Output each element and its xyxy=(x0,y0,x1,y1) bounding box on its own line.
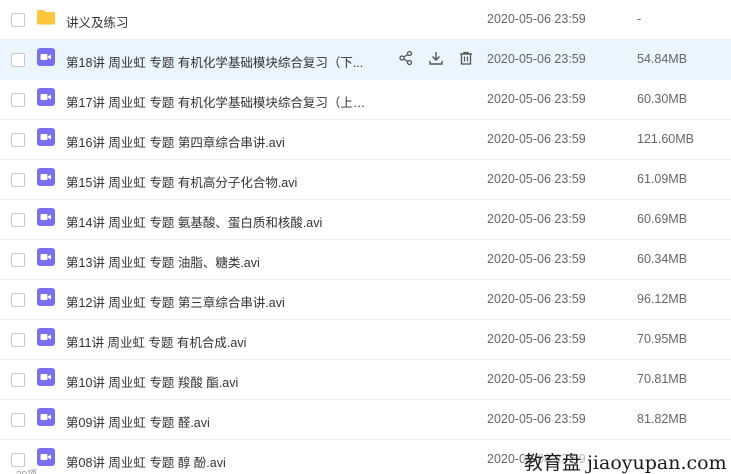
file-name[interactable]: 讲义及练习 xyxy=(66,12,366,31)
row-actions xyxy=(398,50,474,66)
file-row[interactable]: 第10讲 周业虹 专题 羧酸 酯.avi 2020-05-06 23:59 70.8… xyxy=(0,360,731,400)
file-name[interactable]: 第11讲 周业虹 专题 有机合成.avi xyxy=(66,332,366,351)
video-file-icon xyxy=(36,327,56,347)
file-size: 121.60MB xyxy=(637,132,694,146)
row-checkbox[interactable] xyxy=(11,133,25,147)
video-file-icon xyxy=(36,167,56,187)
row-checkbox[interactable] xyxy=(11,373,25,387)
file-name[interactable]: 第18讲 周业虹 专题 有机化学基础模块综合复习（下... xyxy=(66,52,366,71)
file-row[interactable]: 第12讲 周业虹 专题 第三章综合串讲.avi 2020-05-06 23:59 9… xyxy=(0,280,731,320)
file-size: 54.84MB xyxy=(637,52,688,66)
video-file-icon xyxy=(36,407,56,427)
video-file-icon xyxy=(36,287,56,307)
row-checkbox[interactable] xyxy=(11,253,25,267)
file-row[interactable]: 第18讲 周业虹 专题 有机化学基础模块综合复习（下... 2020-05-06 … xyxy=(0,40,731,80)
file-date: 2020-05-06 23:59 xyxy=(487,172,586,186)
file-date: 2020-05-06 23:59 xyxy=(487,252,586,266)
file-size: 96.12MB xyxy=(637,292,688,306)
row-checkbox[interactable] xyxy=(11,413,25,427)
file-date: 2020-05-06 23:59 xyxy=(487,132,586,146)
row-checkbox[interactable] xyxy=(11,13,25,27)
row-checkbox[interactable] xyxy=(11,93,25,107)
file-name[interactable]: 第15讲 周业虹 专题 有机高分子化合物.avi xyxy=(66,172,366,191)
share-icon[interactable] xyxy=(398,50,414,66)
file-name[interactable]: 第14讲 周业虹 专题 氨基酸、蛋白质和核酸.avi xyxy=(66,212,366,231)
row-checkbox[interactable] xyxy=(11,173,25,187)
file-name[interactable]: 第10讲 周业虹 专题 羧酸 酯.avi xyxy=(66,372,366,391)
file-date: 2020-05-06 23:59 xyxy=(487,372,586,386)
download-icon[interactable] xyxy=(428,50,444,66)
watermark: 教育盘 jiaoyupan.com xyxy=(524,448,727,474)
video-file-icon xyxy=(36,87,56,107)
file-name[interactable]: 第17讲 周业虹 专题 有机化学基础模块综合复习（上）.avi xyxy=(66,92,366,111)
delete-icon[interactable] xyxy=(458,50,474,66)
row-checkbox[interactable] xyxy=(11,453,25,467)
file-date: 2020-05-06 23:59 xyxy=(487,92,586,106)
video-file-icon xyxy=(36,247,56,267)
video-file-icon xyxy=(36,447,56,467)
file-date: 2020-05-06 23:59 xyxy=(487,412,586,426)
item-count: 20项 xyxy=(16,466,37,474)
file-name[interactable]: 第13讲 周业虹 专题 油脂、糖类.avi xyxy=(66,252,366,271)
file-name[interactable]: 第09讲 周业虹 专题 醛.avi xyxy=(66,412,366,431)
file-row[interactable]: 第14讲 周业虹 专题 氨基酸、蛋白质和核酸.avi 2020-05-06 23:… xyxy=(0,200,731,240)
file-size: 81.82MB xyxy=(637,412,688,426)
file-date: 2020-05-06 23:59 xyxy=(487,212,586,226)
video-file-icon xyxy=(36,207,56,227)
row-checkbox[interactable] xyxy=(11,53,25,67)
file-date: 2020-05-06 23:59 xyxy=(487,292,586,306)
file-row[interactable]: 第13讲 周业虹 专题 油脂、糖类.avi 2020-05-06 23:59 60.… xyxy=(0,240,731,280)
file-size: 70.95MB xyxy=(637,332,688,346)
file-list: 讲义及练习 2020-05-06 23:59 - 第18讲 周业虹 专题 有机化学基础… xyxy=(0,0,731,474)
file-row[interactable]: 第17讲 周业虹 专题 有机化学基础模块综合复习（上）.avi 2020-05-0… xyxy=(0,80,731,120)
file-row[interactable]: 第09讲 周业虹 专题 醛.avi 2020-05-06 23:59 81.82MB xyxy=(0,400,731,440)
folder-icon xyxy=(36,7,56,27)
file-row[interactable]: 讲义及练习 2020-05-06 23:59 - xyxy=(0,0,731,40)
file-size: 70.81MB xyxy=(637,372,688,386)
file-name[interactable]: 第12讲 周业虹 专题 第三章综合串讲.avi xyxy=(66,292,366,311)
file-name[interactable]: 第08讲 周业虹 专题 醇 酚.avi xyxy=(66,452,366,471)
file-size: - xyxy=(637,12,642,26)
file-name[interactable]: 第16讲 周业虹 专题 第四章综合串讲.avi xyxy=(66,132,366,151)
file-row[interactable]: 第16讲 周业虹 专题 第四章综合串讲.avi 2020-05-06 23:59 1… xyxy=(0,120,731,160)
file-date: 2020-05-06 23:59 xyxy=(487,12,586,26)
row-checkbox[interactable] xyxy=(11,293,25,307)
file-date: 2020-05-06 23:59 xyxy=(487,332,586,346)
file-row[interactable]: 第11讲 周业虹 专题 有机合成.avi 2020-05-06 23:59 70.9… xyxy=(0,320,731,360)
file-size: 61.09MB xyxy=(637,172,688,186)
row-checkbox[interactable] xyxy=(11,333,25,347)
file-size: 60.30MB xyxy=(637,92,688,106)
video-file-icon xyxy=(36,47,56,67)
video-file-icon xyxy=(36,367,56,387)
row-checkbox[interactable] xyxy=(11,213,25,227)
file-date: 2020-05-06 23:59 xyxy=(487,52,586,66)
file-size: 60.34MB xyxy=(637,252,688,266)
file-row[interactable]: 第15讲 周业虹 专题 有机高分子化合物.avi 2020-05-06 23:59… xyxy=(0,160,731,200)
file-size: 60.69MB xyxy=(637,212,688,226)
video-file-icon xyxy=(36,127,56,147)
